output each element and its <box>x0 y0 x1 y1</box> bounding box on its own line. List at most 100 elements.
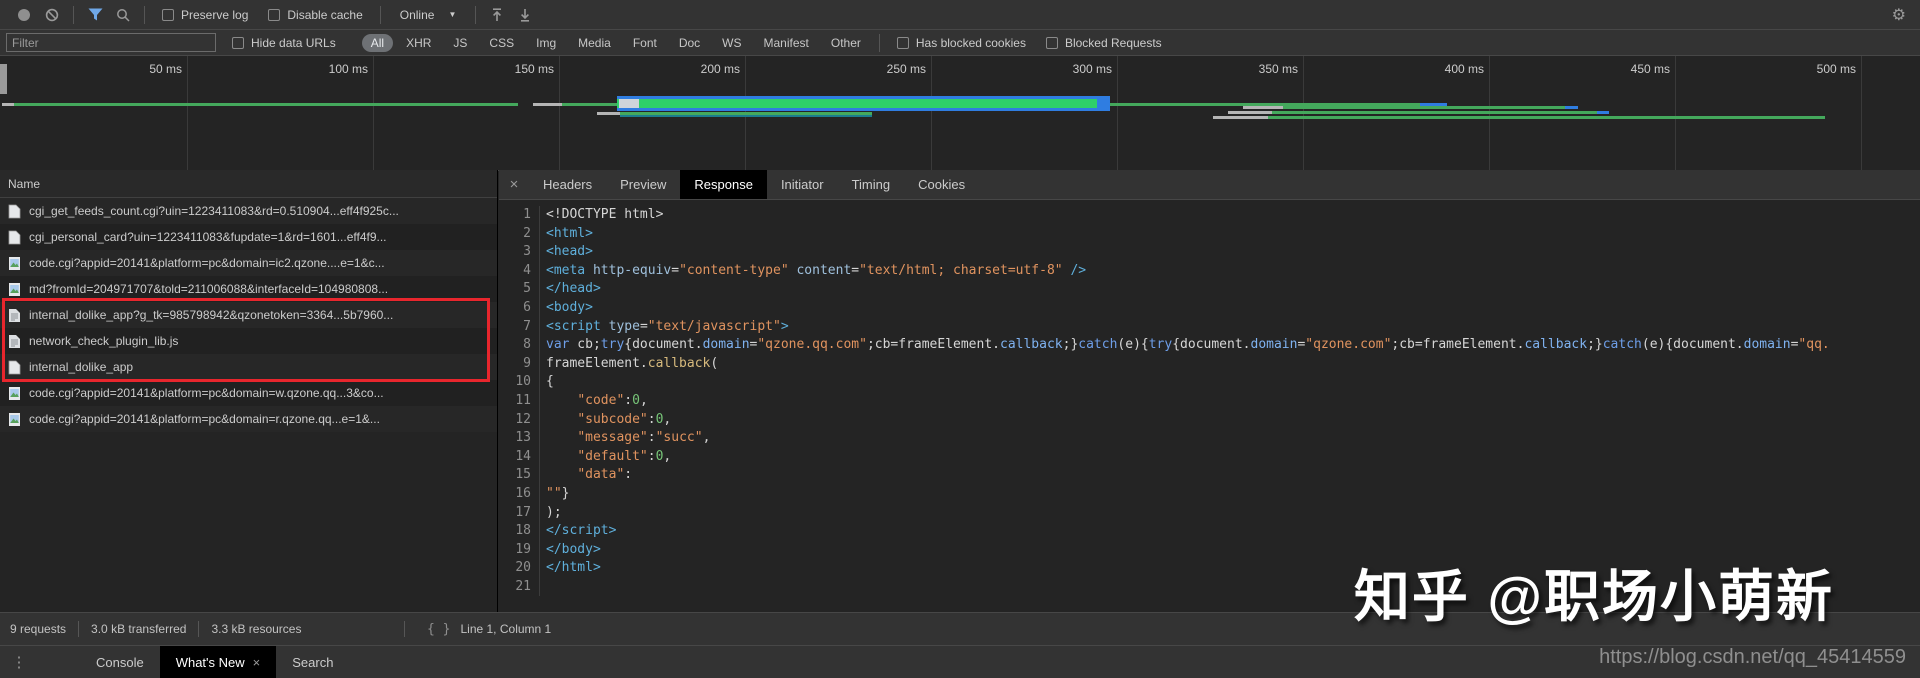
code-line: 10{ <box>499 373 1920 392</box>
request-row[interactable]: cgi_personal_card?uin=1223411083&fupdate… <box>0 224 497 250</box>
kebab-menu-icon: ⋮ <box>12 653 27 671</box>
image-file-icon <box>8 256 21 271</box>
request-name: code.cgi?appid=20141&platform=pc&domain=… <box>29 386 384 400</box>
request-row[interactable]: code.cgi?appid=20141&platform=pc&domain=… <box>0 380 497 406</box>
clear-icon <box>45 8 59 22</box>
line-number: 18 <box>499 522 540 541</box>
line-number: 14 <box>499 448 540 467</box>
has-blocked-cookies-label: Has blocked cookies <box>916 36 1026 50</box>
request-row[interactable]: network_check_plugin_lib.js <box>0 328 497 354</box>
blocked-requests-checkbox[interactable]: Blocked Requests <box>1046 36 1162 50</box>
drawer-bar: ⋮ ConsoleWhat's New×Search <box>0 645 1920 678</box>
overview-drag-handle[interactable] <box>0 64 7 94</box>
clear-button[interactable] <box>38 2 66 28</box>
code-line: 19</body> <box>499 541 1920 560</box>
code-line: 5</head> <box>499 280 1920 299</box>
line-number: 9 <box>499 355 540 374</box>
line-number: 15 <box>499 466 540 485</box>
request-row[interactable]: code.cgi?appid=20141&platform=pc&domain=… <box>0 250 497 276</box>
grid-tick-label: 450 ms <box>1631 62 1670 76</box>
request-row[interactable]: internal_dolike_app?g_tk=985798942&qzone… <box>0 302 497 328</box>
summary-item: 9 requests <box>10 622 66 636</box>
drawer-tab-console[interactable]: Console <box>80 646 160 678</box>
name-column-header[interactable]: Name <box>0 170 497 198</box>
filter-type-all[interactable]: All <box>362 34 393 52</box>
preserve-log-label: Preserve log <box>181 8 248 22</box>
filter-input[interactable] <box>6 33 216 52</box>
code-line: 12 "subcode":0, <box>499 411 1920 430</box>
disable-cache-label: Disable cache <box>287 8 362 22</box>
status-separator <box>198 621 199 637</box>
filter-type-font[interactable]: Font <box>624 34 666 52</box>
filter-toggle-button[interactable] <box>81 2 109 28</box>
grid-line <box>1861 56 1862 170</box>
line-number: 7 <box>499 318 540 337</box>
summary-item: 3.3 kB resources <box>211 622 301 636</box>
editor-status: { } Line 1, Column 1 <box>404 621 551 637</box>
grid-tick-label: 50 ms <box>149 62 182 76</box>
preserve-log-checkbox[interactable]: Preserve log <box>162 8 248 22</box>
request-list: cgi_get_feeds_count.cgi?uin=1223411083&r… <box>0 198 497 432</box>
request-row[interactable]: cgi_get_feeds_count.cgi?uin=1223411083&r… <box>0 198 497 224</box>
code-line: 16""} <box>499 485 1920 504</box>
filter-type-img[interactable]: Img <box>527 34 565 52</box>
request-name: code.cgi?appid=20141&platform=pc&domain=… <box>29 412 380 426</box>
gear-icon: ⚙ <box>1892 7 1906 24</box>
grid-tick-label: 100 ms <box>329 62 368 76</box>
request-row[interactable]: internal_dolike_app <box>0 354 497 380</box>
grid-line <box>1675 56 1676 170</box>
throttling-dropdown[interactable]: Online ▼ <box>396 6 461 24</box>
line-number: 13 <box>499 429 540 448</box>
drawer-menu-button[interactable]: ⋮ <box>6 646 32 678</box>
tab-cookies[interactable]: Cookies <box>904 170 979 199</box>
request-row[interactable]: code.cgi?appid=20141&platform=pc&domain=… <box>0 406 497 432</box>
tab-initiator[interactable]: Initiator <box>767 170 838 199</box>
tab-response[interactable]: Response <box>680 170 767 199</box>
grid-tick-label: 250 ms <box>887 62 926 76</box>
throttling-value: Online <box>400 8 435 22</box>
code-line: 20</html> <box>499 559 1920 578</box>
response-editor[interactable]: 1<!DOCTYPE html>2<html>3<head>4<meta htt… <box>499 200 1920 612</box>
code-line: 6<body> <box>499 299 1920 318</box>
blocked-requests-label: Blocked Requests <box>1065 36 1162 50</box>
filter-type-css[interactable]: CSS <box>480 34 523 52</box>
filter-type-doc[interactable]: Doc <box>670 34 709 52</box>
network-overview[interactable]: 50 ms100 ms150 ms200 ms250 ms300 ms350 m… <box>0 56 1920 171</box>
drawer-tab-search[interactable]: Search <box>276 646 349 678</box>
import-har-button[interactable] <box>483 2 511 28</box>
request-name: internal_dolike_app?g_tk=985798942&qzone… <box>29 308 393 322</box>
drawer-tab-what-s-new[interactable]: What's New× <box>160 646 277 678</box>
settings-button[interactable]: ⚙ <box>1892 5 1906 25</box>
disable-cache-checkbox[interactable]: Disable cache <box>268 8 362 22</box>
filter-type-ws[interactable]: WS <box>713 34 750 52</box>
waterfall-bar <box>1097 96 1110 111</box>
close-icon[interactable]: × <box>253 655 261 670</box>
tab-preview[interactable]: Preview <box>606 170 680 199</box>
code-line: 9frameElement.callback( <box>499 355 1920 374</box>
tab-headers[interactable]: Headers <box>529 170 606 199</box>
request-row[interactable]: md?fromId=204971707&told=211006088&inter… <box>0 276 497 302</box>
filter-type-other[interactable]: Other <box>822 34 870 52</box>
hide-data-urls-checkbox[interactable]: Hide data URLs <box>232 36 336 50</box>
has-blocked-cookies-checkbox[interactable]: Has blocked cookies <box>897 36 1026 50</box>
filter-type-manifest[interactable]: Manifest <box>755 34 818 52</box>
filter-type-js[interactable]: JS <box>444 34 476 52</box>
search-button[interactable] <box>109 2 137 28</box>
export-har-button[interactable] <box>511 2 539 28</box>
filter-type-media[interactable]: Media <box>569 34 620 52</box>
filter-type-xhr[interactable]: XHR <box>397 34 440 52</box>
request-name: md?fromId=204971707&told=211006088&inter… <box>29 282 388 296</box>
request-name: network_check_plugin_lib.js <box>29 334 178 348</box>
code-line: 8var cb;try{document.domain="qzone.qq.co… <box>499 336 1920 355</box>
line-number: 12 <box>499 411 540 430</box>
status-separator <box>404 621 405 637</box>
record-button[interactable] <box>10 2 38 28</box>
line-number: 16 <box>499 485 540 504</box>
toolbar-separator <box>73 6 74 24</box>
close-icon: × <box>510 176 519 193</box>
line-number: 8 <box>499 336 540 355</box>
waterfall-bar <box>1228 111 1272 114</box>
close-detail-button[interactable]: × <box>499 170 529 199</box>
grid-tick-label: 400 ms <box>1445 62 1484 76</box>
tab-timing[interactable]: Timing <box>838 170 905 199</box>
